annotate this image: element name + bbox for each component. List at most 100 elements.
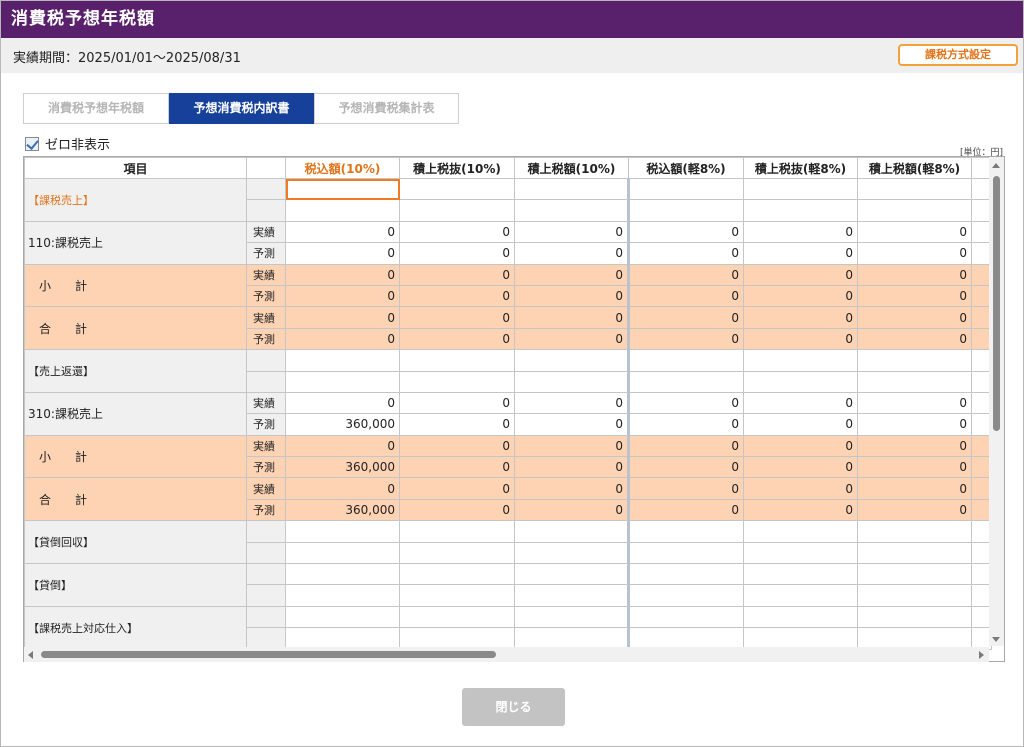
value-cell[interactable]: 0 <box>285 220 400 244</box>
value-cell[interactable]: 360,000 <box>285 413 400 436</box>
value-cell[interactable]: 0 <box>514 498 629 522</box>
value-cell[interactable]: 0 <box>514 456 629 479</box>
value-cell[interactable]: 0 <box>399 263 515 286</box>
scroll-up-icon[interactable] <box>992 163 1000 168</box>
value-cell[interactable]: 0 <box>857 391 972 415</box>
value-cell[interactable]: 0 <box>743 327 858 351</box>
value-cell[interactable]: 0 <box>857 242 972 265</box>
value-cell[interactable] <box>514 199 629 222</box>
value-cell[interactable]: 0 <box>514 391 629 415</box>
value-cell[interactable]: 0 <box>857 284 972 308</box>
value-cell[interactable] <box>743 177 858 201</box>
value-cell[interactable]: 0 <box>743 434 858 458</box>
value-cell[interactable] <box>285 605 400 629</box>
value-cell[interactable]: 0 <box>627 306 744 329</box>
value-cell[interactable]: 0 <box>743 477 858 500</box>
value-cell[interactable]: 0 <box>285 263 400 286</box>
horizontal-scroll-thumb[interactable] <box>41 651 496 658</box>
value-cell[interactable] <box>399 627 515 650</box>
value-cell[interactable] <box>285 349 400 372</box>
value-cell[interactable] <box>627 584 744 607</box>
value-cell[interactable]: 0 <box>399 434 515 458</box>
value-cell[interactable]: 0 <box>399 327 515 351</box>
value-cell[interactable] <box>285 627 400 650</box>
value-cell[interactable]: 0 <box>743 284 858 308</box>
value-cell[interactable] <box>857 520 972 543</box>
value-cell[interactable]: 0 <box>399 477 515 500</box>
value-cell[interactable] <box>743 584 858 607</box>
value-cell[interactable]: 0 <box>285 327 400 351</box>
value-cell[interactable] <box>857 199 972 222</box>
value-cell[interactable]: 0 <box>399 284 515 308</box>
value-cell[interactable] <box>399 520 515 543</box>
value-cell[interactable] <box>743 349 858 372</box>
value-cell[interactable]: 0 <box>743 413 858 436</box>
value-cell[interactable] <box>857 370 972 393</box>
value-cell[interactable] <box>627 199 744 222</box>
value-cell[interactable] <box>743 605 858 629</box>
value-cell[interactable] <box>857 563 972 586</box>
value-cell[interactable] <box>627 541 744 565</box>
value-cell[interactable]: 0 <box>743 220 858 244</box>
value-cell[interactable] <box>399 199 515 222</box>
value-cell[interactable]: 0 <box>743 498 858 522</box>
value-cell[interactable] <box>857 584 972 607</box>
value-cell[interactable]: 0 <box>514 327 629 351</box>
value-cell[interactable]: 0 <box>627 498 744 522</box>
value-cell[interactable] <box>514 177 629 201</box>
value-cell[interactable] <box>399 349 515 372</box>
value-cell[interactable]: 0 <box>399 242 515 265</box>
value-cell[interactable]: 0 <box>857 477 972 500</box>
value-cell[interactable]: 0 <box>743 456 858 479</box>
value-cell[interactable]: 0 <box>285 284 400 308</box>
value-cell[interactable] <box>857 605 972 629</box>
value-cell[interactable] <box>285 520 400 543</box>
value-cell[interactable] <box>743 563 858 586</box>
value-cell[interactable] <box>627 177 744 201</box>
value-cell[interactable]: 0 <box>857 263 972 286</box>
value-cell[interactable] <box>285 370 400 393</box>
value-cell[interactable]: 0 <box>857 434 972 458</box>
value-cell[interactable]: 0 <box>514 434 629 458</box>
value-cell[interactable] <box>627 563 744 586</box>
value-cell[interactable] <box>399 541 515 565</box>
zero-hide-toggle[interactable]: ゼロ非表示 <box>25 134 110 153</box>
value-cell[interactable] <box>514 520 629 543</box>
value-cell[interactable]: 0 <box>857 413 972 436</box>
data-grid[interactable]: 項目 税込額(10%) 積上税抜(10%) 積上税額(10%) 税込額(軽8%) 積上税抜… <box>23 156 1005 662</box>
value-cell[interactable]: 0 <box>743 391 858 415</box>
value-cell[interactable]: 0 <box>514 477 629 500</box>
value-cell[interactable] <box>399 584 515 607</box>
value-cell[interactable]: 0 <box>285 391 400 415</box>
scroll-left-icon[interactable] <box>28 651 33 659</box>
value-cell[interactable]: 0 <box>857 306 972 329</box>
value-cell[interactable] <box>743 541 858 565</box>
close-button[interactable]: 閉じる <box>462 688 565 726</box>
value-cell[interactable]: 0 <box>399 306 515 329</box>
value-cell[interactable]: 0 <box>627 391 744 415</box>
scroll-right-icon[interactable] <box>979 651 984 659</box>
value-cell[interactable] <box>399 370 515 393</box>
value-cell[interactable]: 0 <box>627 456 744 479</box>
value-cell[interactable]: 0 <box>857 456 972 479</box>
value-cell[interactable]: 0 <box>627 263 744 286</box>
value-cell[interactable]: 0 <box>285 306 400 329</box>
value-cell[interactable]: 0 <box>399 498 515 522</box>
tab-annual-tax[interactable]: 消費税予想年税額 <box>23 93 169 124</box>
value-cell[interactable]: 0 <box>399 413 515 436</box>
value-cell[interactable] <box>514 584 629 607</box>
value-cell[interactable] <box>514 370 629 393</box>
value-cell[interactable] <box>743 627 858 650</box>
vertical-scroll-thumb[interactable] <box>993 176 1000 431</box>
value-cell[interactable]: 0 <box>514 413 629 436</box>
value-cell[interactable]: 0 <box>399 391 515 415</box>
value-cell[interactable]: 0 <box>857 327 972 351</box>
zero-hide-checkbox[interactable] <box>25 136 39 151</box>
value-cell[interactable]: 0 <box>514 284 629 308</box>
value-cell[interactable] <box>743 520 858 543</box>
tax-method-button[interactable]: 課税方式設定 <box>898 44 1018 66</box>
value-cell[interactable] <box>514 627 629 650</box>
value-cell[interactable]: 0 <box>627 327 744 351</box>
value-cell[interactable] <box>857 177 972 201</box>
value-cell[interactable]: 0 <box>399 220 515 244</box>
